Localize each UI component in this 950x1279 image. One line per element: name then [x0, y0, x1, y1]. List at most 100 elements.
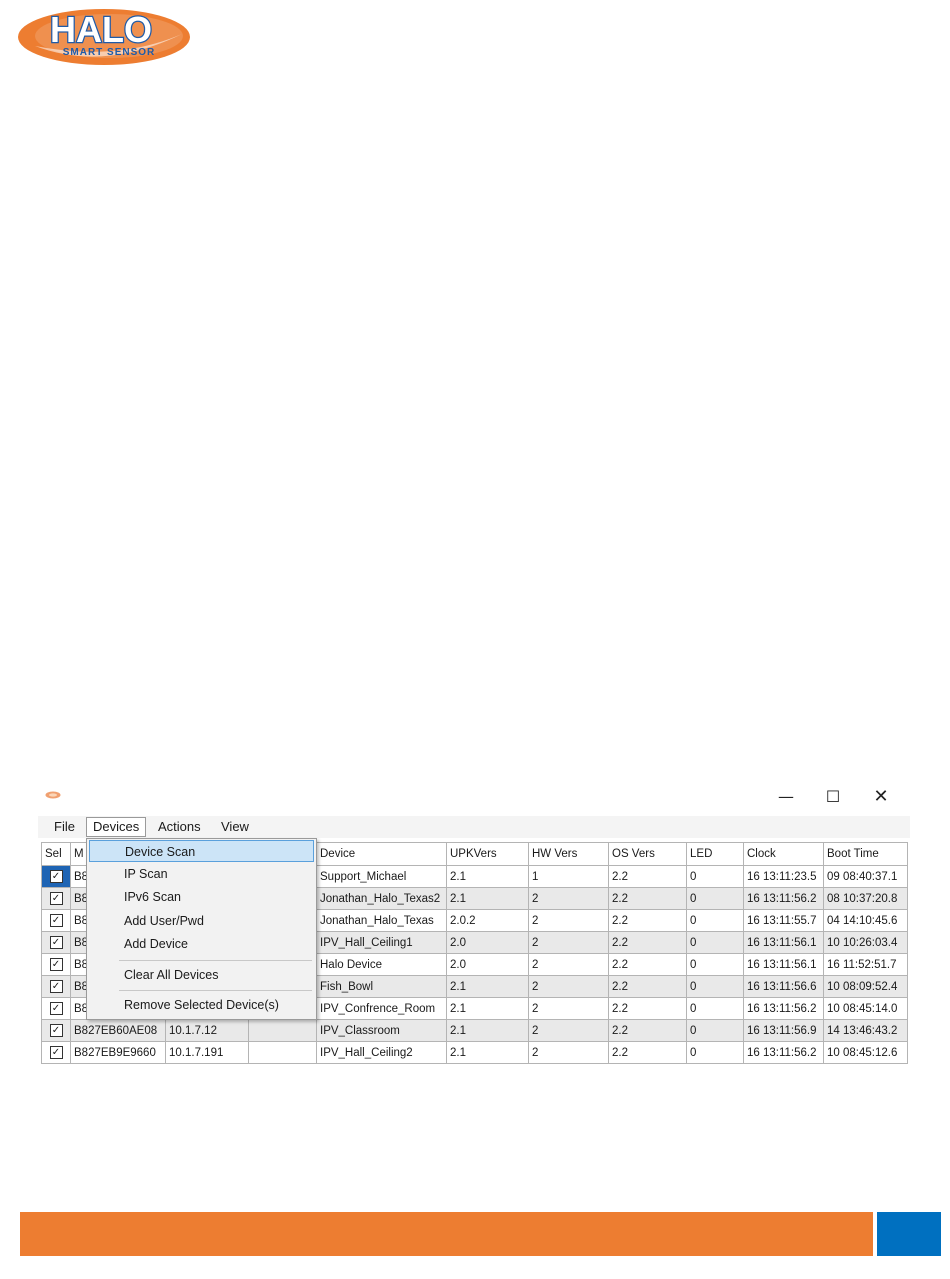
cell-hwvers: 2 — [528, 997, 609, 1020]
cell-osvers: 2.2 — [608, 997, 687, 1020]
cell-led: 0 — [686, 975, 744, 998]
cell-clock: 16 13:11:23.5 — [743, 865, 824, 888]
row-checkbox[interactable]: ✓ — [49, 980, 63, 993]
menu-item-clear-all-devices[interactable]: Clear All Devices — [89, 964, 314, 986]
cell-device: IPV_Hall_Ceiling1 — [316, 931, 447, 954]
cell-upkvers: 2.1 — [446, 865, 529, 888]
cell-hwvers: 2 — [528, 975, 609, 998]
cell-upkvers: 2.1 — [446, 975, 529, 998]
table-row[interactable]: ✓ B827EB9E9660 10.1.7.191 IPV_Hall_Ceiling2… — [41, 1041, 908, 1064]
row-checkbox[interactable]: ✓ — [49, 914, 63, 927]
cell-hwvers: 2 — [528, 887, 609, 910]
cell-osvers: 2.2 — [608, 865, 687, 888]
row-checkbox[interactable]: ✓ — [49, 936, 63, 949]
row-checkbox[interactable]: ✓ — [49, 870, 63, 883]
row-checkbox[interactable]: ✓ — [49, 1002, 63, 1015]
row-select-cell[interactable]: ✓ — [41, 1019, 71, 1042]
row-select-cell[interactable]: ✓ — [41, 1041, 71, 1064]
col-header-upkvers[interactable]: UPKVers — [446, 842, 529, 866]
cell-led: 0 — [686, 1019, 744, 1042]
menu-item-add-user-pwd[interactable]: Add User/Pwd — [89, 910, 314, 932]
minimize-button[interactable]: — — [775, 786, 797, 808]
cell-ip: 10.1.7.191 — [165, 1041, 249, 1064]
cell-led: 0 — [686, 909, 744, 932]
app-icon — [45, 791, 61, 799]
close-button[interactable]: ✕ — [870, 786, 892, 808]
menu-separator — [119, 960, 312, 961]
maximize-button[interactable]: ☐ — [822, 786, 844, 808]
halo-smart-sensor-logo: HALO SMART SENSOR — [17, 6, 192, 68]
cell-device: Fish_Bowl — [316, 975, 447, 998]
row-checkbox[interactable]: ✓ — [49, 958, 63, 971]
cell-device: IPV_Classroom — [316, 1019, 447, 1042]
row-select-cell[interactable]: ✓ — [41, 931, 71, 954]
cell-boot-time: 16 11:52:51.7 — [823, 953, 908, 976]
cell-boot-time: 09 08:40:37.1 — [823, 865, 908, 888]
cell-hwvers: 1 — [528, 865, 609, 888]
cell-clock: 16 13:11:56.2 — [743, 997, 824, 1020]
cell-osvers: 2.2 — [608, 975, 687, 998]
cell-clock: 16 13:11:56.1 — [743, 931, 824, 954]
cell-upkvers: 2.0 — [446, 953, 529, 976]
menu-view[interactable]: View — [215, 818, 255, 836]
cell-led: 0 — [686, 887, 744, 910]
col-header-device[interactable]: Device — [316, 842, 447, 866]
cell-upkvers: 2.1 — [446, 997, 529, 1020]
menu-actions[interactable]: Actions — [152, 818, 207, 836]
cell-hwvers: 2 — [528, 1019, 609, 1042]
cell-osvers: 2.2 — [608, 1019, 687, 1042]
devices-dropdown-menu: Device Scan IP Scan IPv6 Scan Add User/P… — [86, 838, 317, 1020]
menu-item-add-device[interactable]: Add Device — [89, 933, 314, 955]
cell-hwvers: 2 — [528, 931, 609, 954]
cell-device: Jonathan_Halo_Texas2 — [316, 887, 447, 910]
col-header-clock[interactable]: Clock — [743, 842, 824, 866]
row-checkbox[interactable]: ✓ — [49, 1024, 63, 1037]
cell-hwvers: 2 — [528, 909, 609, 932]
cell-ip: 10.1.7.12 — [165, 1019, 249, 1042]
cell-osvers: 2.2 — [608, 909, 687, 932]
cell-device: Halo Device — [316, 953, 447, 976]
cell-device: Jonathan_Halo_Texas — [316, 909, 447, 932]
cell-osvers: 2.2 — [608, 1041, 687, 1064]
cell-led: 0 — [686, 953, 744, 976]
cell-clock: 16 13:11:56.2 — [743, 1041, 824, 1064]
cell-upkvers: 2.1 — [446, 1041, 529, 1064]
menu-file[interactable]: File — [48, 818, 81, 836]
cell-device: IPV_Hall_Ceiling2 — [316, 1041, 447, 1064]
cell-mac: B827EB60AE08 — [70, 1019, 166, 1042]
row-select-cell[interactable]: ✓ — [41, 975, 71, 998]
cell-led: 0 — [686, 1041, 744, 1064]
cell-device: IPV_Confrence_Room — [316, 997, 447, 1020]
menu-item-ipv6-scan[interactable]: IPv6 Scan — [89, 886, 314, 908]
col-header-osvers[interactable]: OS Vers — [608, 842, 687, 866]
cell-boot-time: 08 10:37:20.8 — [823, 887, 908, 910]
menu-item-device-scan[interactable]: Device Scan — [89, 840, 314, 862]
cell-clock: 16 13:11:56.2 — [743, 887, 824, 910]
cell-led: 0 — [686, 997, 744, 1020]
col-header-sel[interactable]: Sel — [41, 842, 71, 866]
cell-boot-time: 10 08:45:14.0 — [823, 997, 908, 1020]
footer-page-block — [877, 1212, 941, 1256]
row-select-cell[interactable]: ✓ — [41, 909, 71, 932]
col-header-led[interactable]: LED — [686, 842, 744, 866]
cell-mac: B827EB9E9660 — [70, 1041, 166, 1064]
menu-devices[interactable]: Devices — [86, 817, 147, 837]
row-checkbox[interactable]: ✓ — [49, 1046, 63, 1059]
row-select-cell[interactable]: ✓ — [41, 865, 71, 888]
logo-word: HALO — [50, 9, 152, 50]
row-select-cell[interactable]: ✓ — [41, 997, 71, 1020]
cell-clock: 16 13:11:55.7 — [743, 909, 824, 932]
cell-boot-time: 04 14:10:45.6 — [823, 909, 908, 932]
cell-hwvers: 2 — [528, 953, 609, 976]
logo-tagline: SMART SENSOR — [63, 47, 156, 58]
row-select-cell[interactable]: ✓ — [41, 953, 71, 976]
menu-item-remove-selected-devices[interactable]: Remove Selected Device(s) — [89, 994, 314, 1016]
menu-item-ip-scan[interactable]: IP Scan — [89, 863, 314, 885]
row-select-cell[interactable]: ✓ — [41, 887, 71, 910]
col-header-hwvers[interactable]: HW Vers — [528, 842, 609, 866]
table-row[interactable]: ✓ B827EB60AE08 10.1.7.12 IPV_Classroom 2.1 2 2… — [41, 1019, 908, 1042]
col-header-boot-time[interactable]: Boot Time — [823, 842, 908, 866]
cell-clock: 16 13:11:56.1 — [743, 953, 824, 976]
row-checkbox[interactable]: ✓ — [49, 892, 63, 905]
cell-boot-time: 10 08:45:12.6 — [823, 1041, 908, 1064]
